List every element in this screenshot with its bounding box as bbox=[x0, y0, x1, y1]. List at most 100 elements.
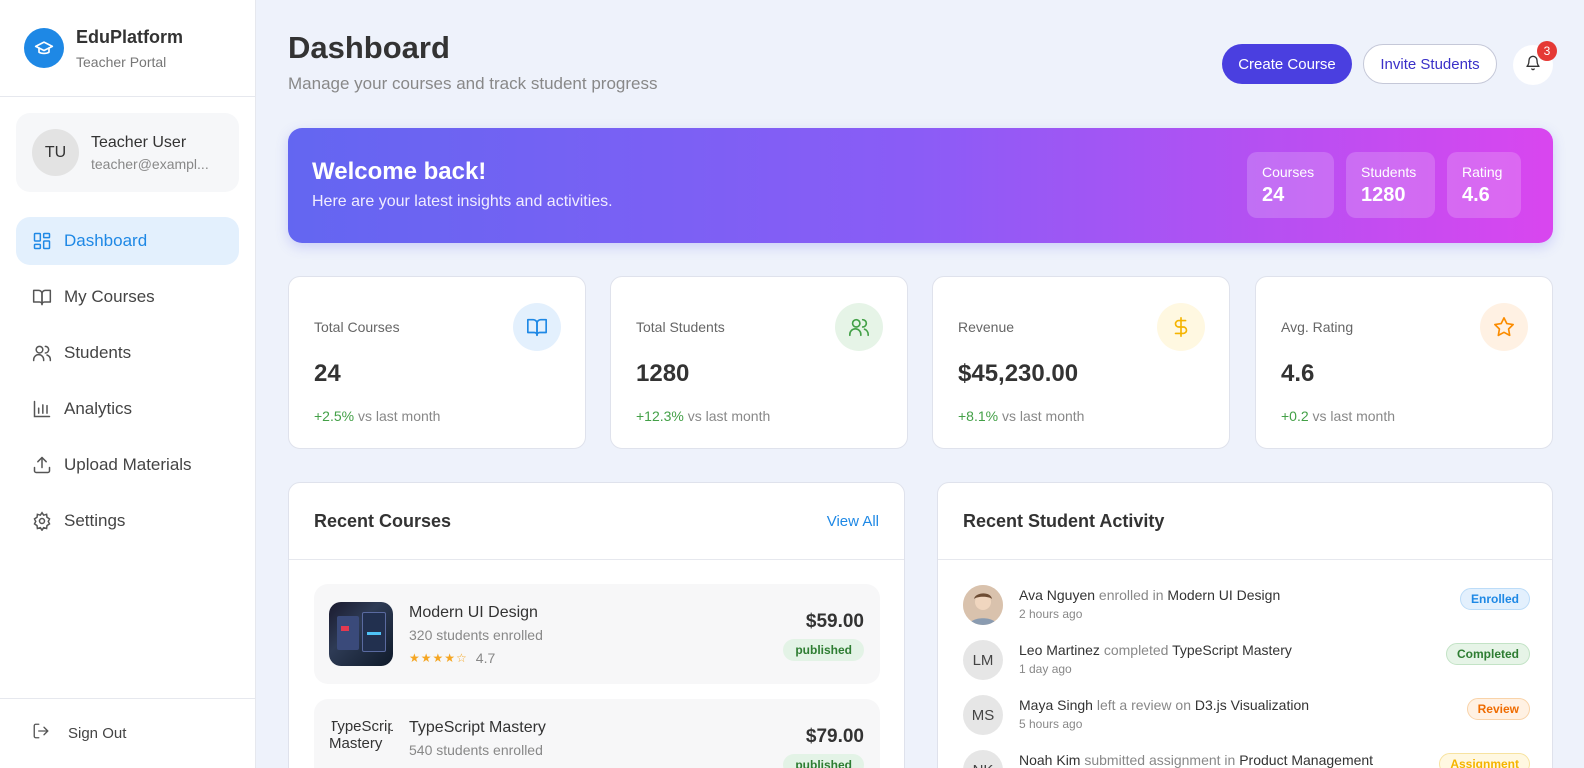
view-all-link[interactable]: View All bbox=[827, 513, 879, 530]
gear-icon bbox=[32, 511, 52, 531]
banner-stat-value: 24 bbox=[1262, 184, 1285, 206]
star-icon bbox=[1480, 303, 1528, 351]
stat-change-suffix: vs last month bbox=[1001, 408, 1085, 424]
stat-value: 24 bbox=[314, 360, 341, 387]
stat-change: +12.3% vs last month bbox=[636, 408, 770, 424]
welcome-title: Welcome back! bbox=[312, 158, 487, 185]
avatar: TU bbox=[32, 129, 79, 176]
stat-change-value: +8.1% bbox=[958, 408, 999, 424]
avatar: MS bbox=[963, 695, 1003, 735]
activity-text: Maya Singh left a review on D3.js Visual… bbox=[1019, 697, 1309, 713]
user-card[interactable]: TU Teacher User teacher@exampl... bbox=[16, 113, 239, 192]
activity-item[interactable]: MS Maya Singh left a review on D3.js Vis… bbox=[963, 694, 1530, 736]
sidebar-nav: Dashboard My Courses Students Analytics … bbox=[16, 217, 239, 553]
sidebar-item-label: Settings bbox=[64, 511, 126, 530]
users-icon bbox=[835, 303, 883, 351]
course-rating: ★★★★☆ 4.7 bbox=[409, 650, 495, 666]
notifications-button[interactable]: 3 bbox=[1513, 41, 1557, 85]
brand: EduPlatform Teacher Portal bbox=[0, 0, 255, 97]
sidebar-item-upload-materials[interactable]: Upload Materials bbox=[16, 441, 239, 489]
stat-value: $45,230.00 bbox=[958, 360, 1079, 387]
stat-change-value: +0.2 bbox=[1281, 408, 1309, 424]
course-name: TypeScript Mastery bbox=[409, 719, 546, 736]
welcome-subtitle: Here are your latest insights and activi… bbox=[312, 193, 613, 210]
panel-title: Recent Student Activity bbox=[963, 510, 1165, 531]
activity-verb: enrolled in bbox=[1098, 587, 1164, 603]
stat-change-suffix: vs last month bbox=[1312, 408, 1396, 424]
stat-change: +0.2 vs last month bbox=[1281, 408, 1395, 424]
avatar: LM bbox=[963, 640, 1003, 680]
activity-verb: left a review on bbox=[1096, 697, 1191, 713]
dashboard-icon bbox=[32, 231, 52, 251]
activity-user: Maya Singh bbox=[1019, 697, 1093, 713]
stat-card-total-students: Total Students 1280 +12.3% vs last month bbox=[610, 276, 908, 449]
status-badge: published bbox=[783, 639, 864, 661]
course-enrolled: 320 students enrolled bbox=[409, 627, 543, 643]
invite-students-button[interactable]: Invite Students bbox=[1363, 44, 1497, 84]
activity-item[interactable]: Ava Nguyen enrolled in Modern UI Design … bbox=[963, 584, 1530, 626]
welcome-banner: Welcome back! Here are your latest insig… bbox=[288, 128, 1553, 243]
stat-change: +8.1% vs last month bbox=[958, 408, 1084, 424]
status-badge: Review bbox=[1466, 698, 1530, 720]
page-subtitle: Manage your courses and track student pr… bbox=[288, 74, 658, 93]
sign-out-label: Sign Out bbox=[68, 725, 127, 742]
course-thumbnail: TypeScript Mastery bbox=[329, 717, 393, 768]
activity-verb: completed bbox=[1103, 642, 1169, 658]
course-rating-value: 4.7 bbox=[475, 650, 496, 666]
sidebar-item-analytics[interactable]: Analytics bbox=[16, 385, 239, 433]
stat-label: Revenue bbox=[958, 319, 1015, 335]
sidebar: EduPlatform Teacher Portal TU Teacher Us… bbox=[0, 0, 256, 768]
user-email: teacher@exampl... bbox=[91, 155, 209, 172]
sidebar-item-label: Students bbox=[64, 343, 132, 362]
sign-out-button[interactable]: Sign Out bbox=[0, 698, 255, 768]
brand-subtitle: Teacher Portal bbox=[76, 53, 167, 70]
create-course-button[interactable]: Create Course bbox=[1222, 44, 1352, 84]
status-badge: Completed bbox=[1445, 643, 1530, 665]
course-enrolled: 540 students enrolled bbox=[409, 742, 543, 758]
upload-icon bbox=[32, 455, 52, 475]
avatar bbox=[963, 585, 1003, 625]
course-row[interactable]: Modern UI Design 320 students enrolled ★… bbox=[314, 584, 880, 684]
bar-chart-icon bbox=[32, 399, 52, 419]
star-rating-icon: ★★★★☆ bbox=[409, 651, 468, 665]
stat-label: Total Students bbox=[636, 319, 725, 335]
sidebar-item-label: Dashboard bbox=[64, 231, 148, 250]
sidebar-item-my-courses[interactable]: My Courses bbox=[16, 273, 239, 321]
avatar: NK bbox=[963, 750, 1003, 768]
course-name: Modern UI Design bbox=[409, 604, 538, 621]
activity-item[interactable]: NK Noah Kim submitted assignment in Prod… bbox=[963, 749, 1530, 768]
stat-value: 1280 bbox=[636, 360, 690, 387]
activity-text: Leo Martinez completed TypeScript Master… bbox=[1019, 642, 1292, 658]
activity-time: 2 hours ago bbox=[1019, 607, 1083, 621]
recent-courses-panel: Recent Courses View All Modern UI Design… bbox=[288, 482, 905, 768]
course-thumbnail bbox=[329, 602, 393, 666]
sidebar-item-students[interactable]: Students bbox=[16, 329, 239, 377]
dollar-icon bbox=[1157, 303, 1205, 351]
stat-change-suffix: vs last month bbox=[357, 408, 441, 424]
status-badge: Enrolled bbox=[1459, 588, 1530, 610]
users-icon bbox=[32, 343, 52, 363]
activity-verb: submitted assignment in bbox=[1084, 752, 1236, 768]
sidebar-item-label: My Courses bbox=[64, 287, 155, 306]
activity-time: 5 hours ago bbox=[1019, 717, 1083, 731]
course-price: $79.00 bbox=[805, 726, 864, 747]
course-row[interactable]: TypeScript Mastery TypeScript Mastery 54… bbox=[314, 699, 880, 768]
sidebar-item-settings[interactable]: Settings bbox=[16, 497, 239, 545]
activity-user: Leo Martinez bbox=[1019, 642, 1100, 658]
course-thumbnail-alt-text: TypeScript Mastery bbox=[329, 718, 393, 752]
banner-stat-courses: Courses 24 bbox=[1247, 152, 1334, 218]
banner-stat-value: 1280 bbox=[1361, 184, 1406, 206]
course-price: $59.00 bbox=[805, 611, 864, 632]
stat-card-total-courses: Total Courses 24 +2.5% vs last month bbox=[288, 276, 586, 449]
activity-user: Noah Kim bbox=[1019, 752, 1081, 768]
stat-change-value: +12.3% bbox=[636, 408, 684, 424]
banner-stat-label: Students bbox=[1361, 164, 1417, 180]
notification-count-badge: 3 bbox=[1537, 41, 1557, 61]
sidebar-item-dashboard[interactable]: Dashboard bbox=[16, 217, 239, 265]
sidebar-item-label: Analytics bbox=[64, 399, 133, 418]
banner-stat-rating: Rating 4.6 bbox=[1447, 152, 1521, 218]
book-icon bbox=[32, 287, 52, 307]
recent-activity-panel: Recent Student Activity Ava Nguyen enrol… bbox=[937, 482, 1553, 768]
activity-target: D3.js Visualization bbox=[1194, 697, 1310, 713]
activity-item[interactable]: LM Leo Martinez completed TypeScript Mas… bbox=[963, 639, 1530, 681]
